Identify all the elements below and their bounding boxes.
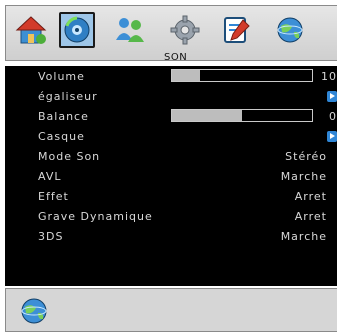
- volume-label: Volume: [38, 70, 85, 83]
- footer-icon[interactable]: [18, 295, 50, 327]
- 3ds-label: 3DS: [38, 230, 64, 243]
- disc-icon: [64, 16, 90, 43]
- menu-row-sound-mode[interactable]: Mode Son Stéréo: [5, 146, 337, 166]
- menu-row-balance[interactable]: Balance 0: [5, 106, 337, 126]
- effect-value[interactable]: Arret: [295, 190, 327, 203]
- tab-network[interactable]: [272, 12, 308, 48]
- effect-label: Effet: [38, 190, 69, 203]
- tab-people[interactable]: [112, 12, 148, 48]
- dynamic-bass-value[interactable]: Arret: [295, 210, 327, 223]
- avl-label: AVL: [38, 170, 62, 183]
- menu-row-avl[interactable]: AVL Marche: [5, 166, 337, 186]
- tab-edit[interactable]: [219, 12, 255, 48]
- tab-home[interactable]: [13, 12, 49, 48]
- avl-value[interactable]: Marche: [281, 170, 327, 183]
- menu-row-3ds[interactable]: 3DS Marche: [5, 226, 337, 246]
- home-icon: [15, 16, 47, 44]
- globe-icon: [21, 298, 47, 324]
- menu-row-volume[interactable]: Volume 10: [5, 66, 337, 86]
- menu-row-headphones[interactable]: Casque: [5, 126, 337, 146]
- notepad-pencil-icon: [224, 17, 250, 43]
- bottom-bar: [5, 288, 337, 332]
- gear-icon: [170, 15, 200, 45]
- menu-row-effect[interactable]: Effet Arret: [5, 186, 337, 206]
- 3ds-value[interactable]: Marche: [281, 230, 327, 243]
- tab-settings[interactable]: [167, 12, 203, 48]
- sound-mode-label: Mode Son: [38, 150, 101, 163]
- volume-slider-fill: [172, 70, 200, 81]
- balance-label: Balance: [38, 110, 89, 123]
- menu-row-equalizer[interactable]: égaliseur: [5, 86, 337, 106]
- tab-son[interactable]: [59, 12, 95, 48]
- balance-slider[interactable]: [171, 109, 313, 122]
- dynamic-bass-label: Grave Dynamique: [38, 210, 153, 223]
- headphones-label: Casque: [38, 130, 85, 143]
- globe-icon: [277, 17, 303, 43]
- top-menu-bar: SON: [5, 5, 337, 63]
- balance-value: 0: [329, 110, 337, 123]
- sound-mode-value[interactable]: Stéréo: [285, 150, 327, 163]
- menu-row-dynamic-bass[interactable]: Grave Dynamique Arret: [5, 206, 337, 226]
- section-title: SON: [164, 52, 188, 63]
- people-icon: [116, 18, 144, 42]
- volume-value: 10: [321, 70, 337, 83]
- equalizer-label: égaliseur: [38, 90, 98, 103]
- submenu-arrow-icon[interactable]: [327, 131, 337, 142]
- volume-slider[interactable]: [171, 69, 313, 82]
- balance-slider-fill: [172, 110, 242, 121]
- submenu-arrow-icon[interactable]: [327, 91, 337, 102]
- sound-settings-panel: Volume 10 égaliseur Balance 0 Casque Mod…: [5, 66, 337, 286]
